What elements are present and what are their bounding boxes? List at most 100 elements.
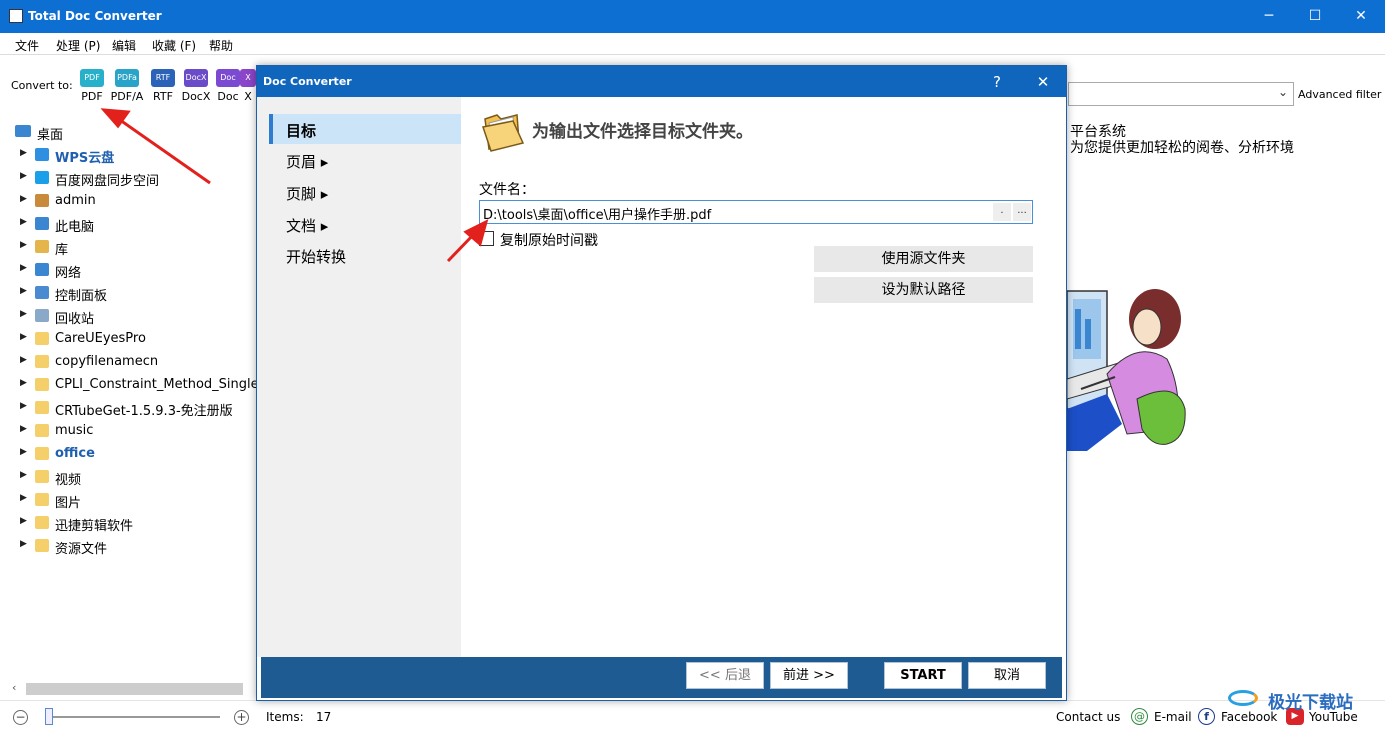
tree-item[interactable]: ▶ 库 <box>0 236 256 258</box>
minimize-button[interactable]: ─ <box>1246 0 1292 33</box>
chevron-left-icon[interactable]: ‹ <box>12 681 16 694</box>
computer-icon <box>35 217 49 230</box>
nav-label: 目标 <box>286 122 317 140</box>
expand-arrow-icon[interactable]: ▶ <box>20 332 27 342</box>
expand-arrow-icon[interactable]: ▶ <box>20 516 27 526</box>
dialog-close-button[interactable]: ✕ <box>1028 70 1058 94</box>
expand-arrow-icon[interactable]: ▶ <box>20 424 27 434</box>
folder-icon <box>35 447 49 460</box>
zoom-out-button[interactable]: − <box>13 710 28 725</box>
pdfa-icon: PDFa <box>115 69 139 87</box>
tree-item[interactable]: ▶ 视频 <box>0 466 256 488</box>
convert-more-button[interactable]: X X <box>239 69 257 103</box>
help-button[interactable]: ? <box>982 70 1012 94</box>
tree-item[interactable]: ▶ CPLI_Constraint_Method_SinglePag <box>0 374 256 396</box>
nav-start-convert[interactable]: 开始转换 <box>269 240 461 270</box>
expand-arrow-icon[interactable]: ▶ <box>20 493 27 503</box>
tree-item[interactable]: ▶ CRTubeGet-1.5.9.3-免注册版 <box>0 397 256 419</box>
nav-header[interactable]: 页眉 ▸ <box>269 145 461 175</box>
menu-edit[interactable]: 编辑 <box>112 37 136 54</box>
watermark-text: 极光下载站 <box>1268 693 1353 713</box>
tree-item[interactable]: ▶ 网络 <box>0 259 256 281</box>
tree-item[interactable]: ▶ 百度网盘同步空间 <box>0 167 256 189</box>
filter-dropdown[interactable]: ⌄ <box>1068 82 1294 106</box>
tree-item[interactable]: ▶ 控制面板 <box>0 282 256 304</box>
tree-item[interactable]: ▶ WPS云盘 <box>0 144 256 166</box>
tree-item[interactable]: ▶ copyfilenamecn <box>0 351 256 373</box>
expand-arrow-icon[interactable]: ▶ <box>20 401 27 411</box>
chevron-down-icon: ⌄ <box>1277 85 1288 99</box>
facebook-icon[interactable]: f <box>1198 708 1215 725</box>
expand-arrow-icon[interactable]: ▶ <box>20 539 27 549</box>
back-button[interactable]: << 后退 <box>686 662 764 689</box>
tree-item[interactable]: ▶ office <box>0 443 256 465</box>
tree-item[interactable]: ▶ music <box>0 420 256 442</box>
menu-process[interactable]: 处理 (P) <box>56 37 100 54</box>
copy-timestamp-label[interactable]: 复制原始时间戳 <box>500 230 598 250</box>
expand-arrow-icon[interactable]: ▶ <box>20 286 27 296</box>
email-icon[interactable]: @ <box>1131 708 1148 725</box>
tree-item[interactable]: ▶ 回收站 <box>0 305 256 327</box>
close-button[interactable]: ✕ <box>1338 0 1384 33</box>
expand-arrow-icon[interactable]: ▶ <box>20 240 27 250</box>
tree-item[interactable]: ▶ 图片 <box>0 489 256 511</box>
cancel-button[interactable]: 取消 <box>968 662 1046 689</box>
tree-item-label: 网络 <box>55 266 82 281</box>
maximize-button[interactable]: ☐ <box>1292 0 1338 33</box>
convert-pdf-button[interactable]: PDF PDF <box>75 69 109 103</box>
tree-item-label: 此电脑 <box>55 220 95 235</box>
dialog-footer: << 后退 前进 >> START 取消 <box>261 657 1062 698</box>
tree-item[interactable]: ▶ admin <box>0 190 256 212</box>
expand-arrow-icon[interactable]: ▶ <box>20 217 27 227</box>
menu-help[interactable]: 帮助 <box>209 37 233 54</box>
expand-arrow-icon[interactable]: ▶ <box>20 470 27 480</box>
tree-item[interactable]: ▶ 资源文件 <box>0 535 256 557</box>
zoom-slider[interactable] <box>45 716 220 718</box>
convert-rtf-button[interactable]: RTF RTF <box>146 69 180 103</box>
tree-item[interactable]: ▶ CareUEyesPro <box>0 328 256 350</box>
expand-arrow-icon[interactable]: ▶ <box>20 171 27 181</box>
tree-item-label: copyfilenamecn <box>55 354 159 369</box>
dialog-title: Doc Converter <box>263 75 352 88</box>
advanced-filter-link[interactable]: Advanced filter <box>1298 88 1381 101</box>
email-link[interactable]: E-mail <box>1154 710 1192 724</box>
expand-arrow-icon[interactable]: ▶ <box>20 309 27 319</box>
zoom-in-button[interactable]: + <box>234 710 249 725</box>
convert-pdfa-button[interactable]: PDFa PDF/A <box>110 69 144 103</box>
tree-item-label: 回收站 <box>55 312 95 327</box>
expand-arrow-icon[interactable]: ▶ <box>20 148 27 158</box>
expand-arrow-icon[interactable]: ▶ <box>20 378 27 388</box>
filename-input[interactable]: D:\tools\桌面\office\用户操作手册.pdf . ... <box>479 200 1033 224</box>
next-button[interactable]: 前进 >> <box>770 662 848 689</box>
nav-document[interactable]: 文档 ▸ <box>269 209 461 239</box>
set-default-path-button[interactable]: 设为默认路径 <box>814 277 1033 303</box>
tree-item[interactable]: ▶ 迅捷剪辑软件 <box>0 512 256 534</box>
tree-root-desktop[interactable]: 桌面 <box>0 121 256 143</box>
nav-footer[interactable]: 页脚 ▸ <box>269 177 461 207</box>
open-folder-icon <box>482 114 525 152</box>
tree-item[interactable]: ▶ 此电脑 <box>0 213 256 235</box>
tree-item-label: WPS云盘 <box>55 151 115 166</box>
tree-item-label: 控制面板 <box>55 289 108 304</box>
items-count: 17 <box>316 710 332 724</box>
use-source-folder-button[interactable]: 使用源文件夹 <box>814 246 1033 272</box>
nav-label: 文档 ▸ <box>286 217 329 235</box>
zoom-slider-handle[interactable] <box>45 708 53 725</box>
nav-target[interactable]: 目标 <box>269 114 461 144</box>
browse-button[interactable]: ... <box>1013 203 1031 221</box>
cloud-icon <box>35 148 49 161</box>
start-button[interactable]: START <box>884 662 962 689</box>
dialog-nav: 目标 页眉 ▸ 页脚 ▸ 文档 ▸ 开始转换 <box>257 97 461 657</box>
convert-docx-button[interactable]: DocX DocX <box>179 69 213 103</box>
browse-dot-button[interactable]: . <box>993 203 1011 221</box>
tree-item-label: 迅捷剪辑软件 <box>55 519 134 534</box>
tree-horizontal-scrollbar[interactable]: ‹ <box>10 680 256 696</box>
menu-file[interactable]: 文件 <box>15 37 39 54</box>
expand-arrow-icon[interactable]: ▶ <box>20 194 27 204</box>
expand-arrow-icon[interactable]: ▶ <box>20 447 27 457</box>
expand-arrow-icon[interactable]: ▶ <box>20 263 27 273</box>
copy-timestamp-checkbox[interactable] <box>479 231 494 246</box>
menu-favorites[interactable]: 收藏 (F) <box>152 37 196 54</box>
expand-arrow-icon[interactable]: ▶ <box>20 355 27 365</box>
scrollbar-thumb[interactable] <box>26 683 243 695</box>
